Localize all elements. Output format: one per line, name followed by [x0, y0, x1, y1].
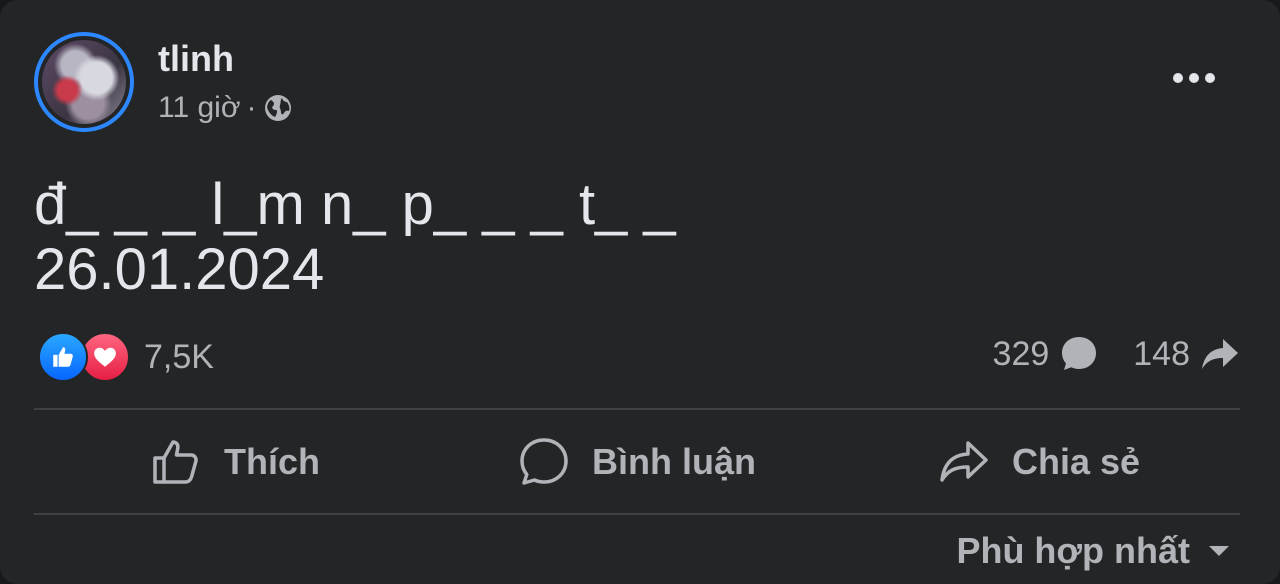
meta-separator: · [246, 91, 257, 124]
sort-label: Phù hợp nhất [956, 530, 1190, 571]
comment-count[interactable]: 329 [993, 334, 1100, 374]
share-arrow-icon [1202, 339, 1238, 369]
thumbs-up-icon [153, 440, 198, 484]
avatar-image [42, 40, 126, 124]
author-avatar[interactable] [34, 32, 134, 132]
share-icon [940, 441, 988, 482]
more-dot-icon [1189, 73, 1199, 83]
comment-button-label: Bình luận [592, 441, 756, 482]
reaction-count: 7,5K [144, 337, 214, 376]
post-time[interactable]: 11 giờ [158, 91, 241, 125]
like-button[interactable]: Thích [34, 412, 436, 512]
globe-icon[interactable] [263, 93, 293, 123]
comment-sort-dropdown[interactable]: Phù hợp nhất [956, 530, 1232, 572]
post-actions-bar: Thích Bình luận Chia sẻ [34, 412, 1240, 512]
share-count-value: 148 [1133, 334, 1190, 373]
post-text: đ_ _ _ l_m n_ p_ _ _ t_ _ 26.01.2024 [34, 172, 676, 302]
share-button-label: Chia sẻ [1011, 441, 1141, 482]
share-count[interactable]: 148 [1133, 334, 1240, 374]
post-card: tlinh 11 giờ · đ_ _ _ l_m n_ p_ _ _ t_ _… [0, 0, 1280, 584]
comment-button[interactable]: Bình luận [436, 412, 838, 512]
like-icon [38, 332, 88, 382]
comment-count-value: 329 [992, 334, 1050, 373]
more-dot-icon [1205, 73, 1215, 83]
post-stats: 329 148 [993, 334, 1240, 374]
caret-down-icon [1209, 546, 1229, 556]
reactions-summary[interactable]: 7,5K [38, 332, 214, 382]
divider [34, 408, 1240, 410]
comment-icon [520, 438, 568, 485]
post-meta: 11 giờ · [158, 91, 293, 125]
divider [34, 513, 1240, 515]
like-button-label: Thích [224, 441, 320, 482]
more-dot-icon [1173, 73, 1183, 83]
author-name[interactable]: tlinh [158, 38, 234, 80]
share-button[interactable]: Chia sẻ [838, 412, 1240, 512]
more-options-button[interactable] [1164, 58, 1224, 98]
comment-bubble-icon [1062, 337, 1097, 370]
